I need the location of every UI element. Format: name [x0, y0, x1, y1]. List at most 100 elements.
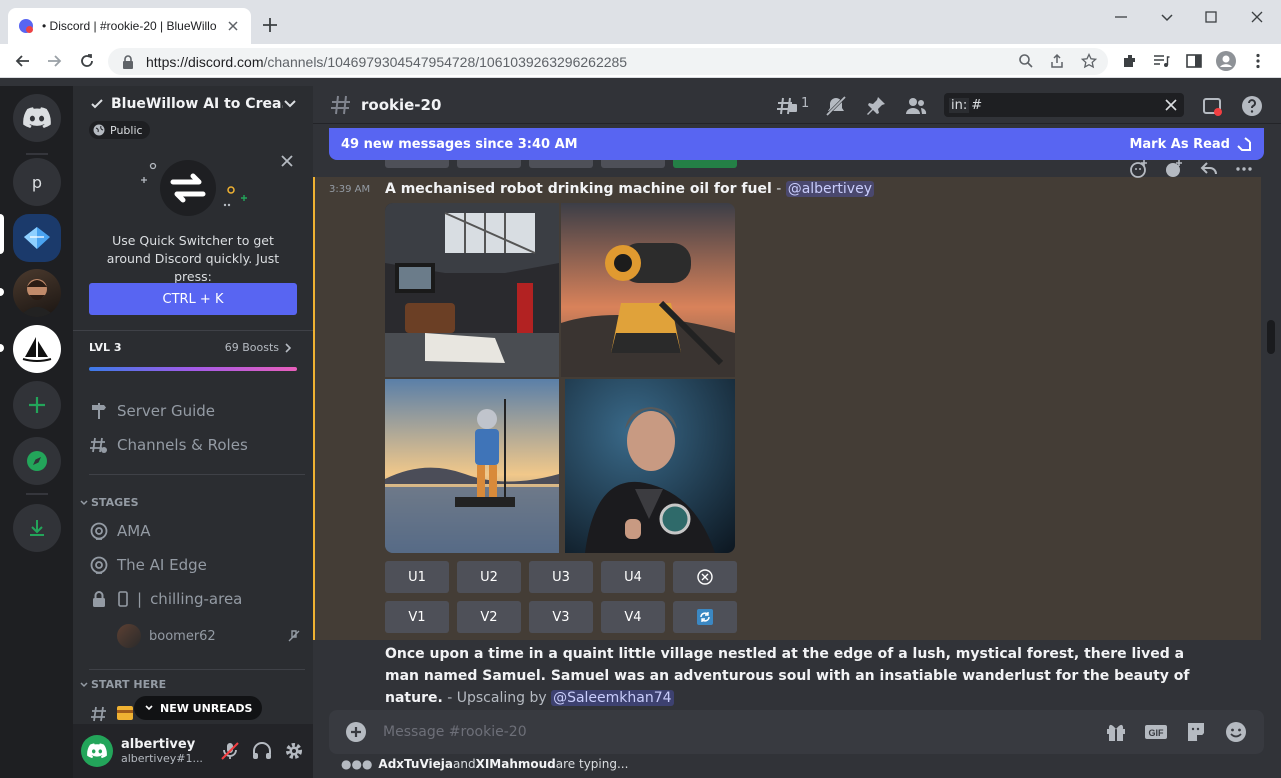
- svg-text:GIF: GIF: [1149, 728, 1165, 738]
- sticker-icon[interactable]: [1184, 720, 1208, 744]
- notification-muted-icon[interactable]: [825, 95, 847, 117]
- search-input[interactable]: in: #: [944, 93, 1184, 117]
- search-value: #: [971, 97, 983, 113]
- user-avatar[interactable]: [81, 735, 113, 767]
- boosts-link[interactable]: 69 Boosts: [225, 341, 293, 354]
- variation-button-v4[interactable]: V4: [601, 601, 665, 633]
- close-window-icon[interactable]: [1248, 8, 1266, 26]
- tab-title: • Discord | #rookie-20 | BlueWillo: [42, 19, 217, 33]
- new-messages-banner[interactable]: 49 new messages since 3:40 AM Mark As Re…: [329, 128, 1264, 160]
- new-tab-icon[interactable]: [261, 16, 279, 34]
- share-icon[interactable]: [1049, 53, 1065, 69]
- server-avatar-man[interactable]: [13, 269, 61, 317]
- reroll-button[interactable]: [673, 601, 737, 633]
- divider: [89, 669, 305, 670]
- public-label: Public: [110, 123, 143, 137]
- server-name: BlueWillow AI to Crea...: [111, 96, 283, 112]
- discord-home-button[interactable]: [13, 94, 61, 142]
- chevron-down-icon: [284, 100, 296, 108]
- discord-logo-icon: [87, 743, 107, 759]
- zoom-search-icon[interactable]: [1018, 53, 1034, 69]
- settings-gear-icon[interactable]: [283, 740, 305, 762]
- upscale-button-u4[interactable]: U4: [601, 561, 665, 593]
- chevron-right-icon: [285, 342, 292, 353]
- server-p[interactable]: p: [13, 158, 61, 206]
- super-reaction-icon[interactable]: [1164, 159, 1184, 179]
- inbox-icon[interactable]: [1201, 95, 1223, 117]
- clear-search-icon[interactable]: [1164, 98, 1178, 112]
- download-apps-button[interactable]: [13, 504, 61, 552]
- reply-icon[interactable]: [1199, 159, 1219, 179]
- user-info[interactable]: albertivey albertivey#1...: [121, 737, 209, 765]
- browser-tab[interactable]: • Discord | #rookie-20 | BlueWillo: [8, 8, 251, 44]
- server-guide-link[interactable]: Server Guide: [81, 395, 305, 427]
- message-input[interactable]: Message #rookie-20: [383, 724, 1088, 740]
- boosts-count: 69 Boosts: [224, 341, 279, 354]
- gif-icon[interactable]: GIF: [1144, 720, 1168, 744]
- quick-switcher-button[interactable]: CTRL + K: [89, 283, 297, 315]
- upscale-button-u2[interactable]: U2: [457, 561, 521, 593]
- sailboat-icon: [22, 337, 52, 362]
- voice-user[interactable]: boomer62: [117, 624, 301, 648]
- message-list: 49 new messages since 3:40 AM Mark As Re…: [313, 124, 1281, 710]
- extensions-icon[interactable]: [1121, 52, 1139, 70]
- close-tip-icon[interactable]: [280, 154, 294, 168]
- channels-roles-link[interactable]: Channels & Roles: [81, 429, 305, 461]
- help-icon[interactable]: [1241, 95, 1263, 117]
- back-icon[interactable]: [14, 52, 32, 70]
- variation-button-v2[interactable]: V2: [457, 601, 521, 633]
- server-level: LVL 3: [89, 341, 122, 354]
- server-portrait-icon: [19, 279, 55, 317]
- variation-button-v3[interactable]: V3: [529, 601, 593, 633]
- chrome-menu-icon[interactable]: [1249, 52, 1267, 70]
- upscale-button-u3[interactable]: U3: [529, 561, 593, 593]
- gift-icon[interactable]: [1104, 720, 1128, 744]
- threads-icon[interactable]: [776, 95, 798, 117]
- server-midjourney[interactable]: [13, 325, 61, 373]
- user-mention[interactable]: @Saleemkhan74: [551, 690, 674, 706]
- more-options-icon[interactable]: [1234, 159, 1254, 179]
- minimize-icon[interactable]: [1112, 8, 1130, 26]
- headphones-icon[interactable]: [251, 740, 273, 762]
- bookmark-star-icon[interactable]: [1081, 53, 1097, 69]
- channel-label: chilling-area: [150, 590, 243, 608]
- chevron-down-icon[interactable]: [1158, 8, 1176, 26]
- pin-icon[interactable]: [865, 95, 887, 117]
- new-unreads-pill[interactable]: NEW UNREADS: [134, 696, 263, 720]
- voice-channel-chilling-area[interactable]: | chilling-area: [81, 583, 305, 615]
- side-panel-icon[interactable]: [1185, 52, 1203, 70]
- add-server-button[interactable]: [13, 381, 61, 429]
- upscale-button-u1[interactable]: U1: [385, 561, 449, 593]
- attach-plus-icon[interactable]: [345, 721, 367, 743]
- forward-icon[interactable]: [45, 52, 63, 70]
- mark-as-read-button[interactable]: Mark As Read: [1129, 136, 1252, 152]
- chevron-down-icon: [80, 681, 88, 687]
- image-grid[interactable]: [385, 203, 735, 553]
- server-bluewillow[interactable]: [13, 214, 61, 262]
- stage-channel-ama[interactable]: AMA: [81, 515, 305, 547]
- close-tab-icon[interactable]: [225, 18, 241, 34]
- profile-avatar-icon[interactable]: [1216, 51, 1236, 71]
- voice-user-name: boomer62: [149, 628, 216, 644]
- emoji-icon[interactable]: [1224, 720, 1248, 744]
- category-stages[interactable]: STAGES: [79, 496, 139, 509]
- media-control-icon[interactable]: [1152, 52, 1170, 70]
- add-reaction-icon[interactable]: [1129, 159, 1149, 179]
- maximize-icon[interactable]: [1202, 8, 1220, 26]
- variation-button-v1[interactable]: V1: [385, 601, 449, 633]
- members-icon[interactable]: [905, 95, 927, 117]
- reload-icon[interactable]: [78, 52, 96, 70]
- address-bar[interactable]: https://discord.com/channels/10469793045…: [108, 48, 1108, 75]
- variation-button-row: V1 V2 V3 V4: [385, 601, 745, 633]
- user-tag: albertivey#1...: [121, 752, 203, 765]
- switcher-arrows-icon: [141, 160, 247, 216]
- category-start-here[interactable]: START HERE: [79, 678, 166, 691]
- stage-channel-ai-edge[interactable]: The AI Edge: [81, 549, 305, 581]
- user-mention[interactable]: @albertivey: [785, 181, 874, 197]
- server-header[interactable]: BlueWillow AI to Crea...: [73, 86, 313, 122]
- explore-servers-button[interactable]: [13, 437, 61, 485]
- mute-mic-icon[interactable]: [219, 740, 241, 762]
- message-composer[interactable]: Message #rookie-20 GIF: [329, 710, 1264, 754]
- scrollbar-thumb[interactable]: [1267, 320, 1275, 354]
- cancel-job-button[interactable]: [673, 561, 737, 593]
